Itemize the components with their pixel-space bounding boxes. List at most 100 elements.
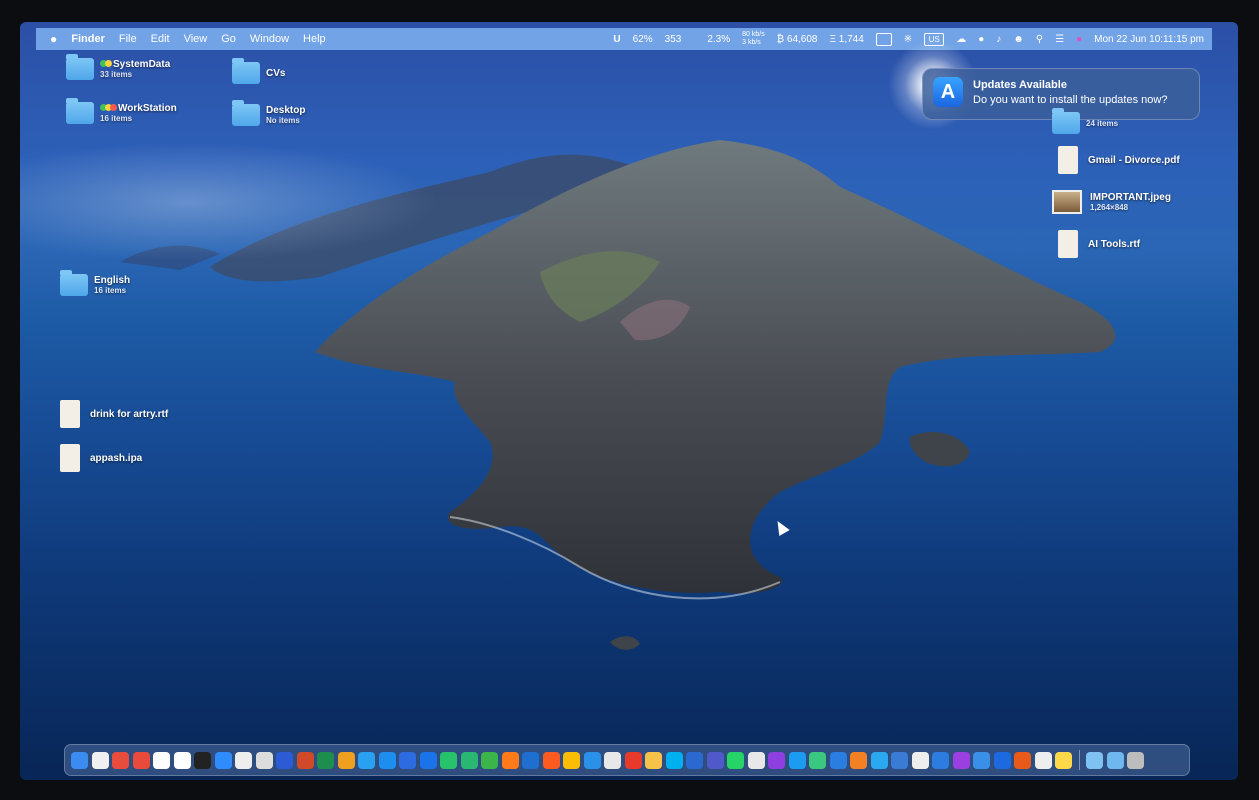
dock-app-icon[interactable] [173, 751, 191, 769]
dock-app-icon[interactable] [952, 751, 970, 769]
dock-app-icon[interactable] [870, 751, 888, 769]
app-store-icon: A [933, 77, 963, 107]
dock-app-icon[interactable] [358, 751, 375, 769]
desktop-item-workstation[interactable]: WorkStation 16 items [66, 98, 177, 124]
menu-finder[interactable]: Finder [71, 33, 105, 45]
dock-app-icon[interactable] [194, 751, 211, 769]
dock-app-icon[interactable] [1106, 751, 1124, 769]
keyboard-icon[interactable] [875, 32, 892, 46]
dock-app-icon[interactable] [911, 751, 929, 769]
dock-app-icon[interactable] [296, 751, 314, 769]
tag-icon [100, 59, 112, 70]
desktop-item-systemdata[interactable]: SystemData 33 items [66, 54, 170, 80]
dock-app-icon[interactable] [112, 751, 129, 769]
dock-app-icon[interactable] [583, 751, 601, 769]
dock-app-icon[interactable] [645, 751, 662, 769]
menu-view[interactable]: View [184, 33, 208, 45]
notification-message: Do you want to install the updates now? [973, 94, 1168, 106]
menu-file[interactable]: File [119, 33, 137, 45]
dock-app-icon[interactable] [153, 751, 170, 769]
document-icon [60, 400, 80, 428]
dock-app-icon[interactable] [604, 751, 621, 769]
dock-app-icon[interactable] [993, 751, 1011, 769]
dock-app-icon[interactable] [1034, 751, 1052, 769]
menu-window[interactable]: Window [250, 33, 289, 45]
desktop-item-english[interactable]: English 16 items [60, 270, 130, 296]
control-center-icon[interactable]: ☰ [1055, 34, 1064, 45]
dock-app-icon[interactable] [665, 751, 683, 769]
eth-price[interactable]: Ξ 1,744 [829, 34, 863, 45]
dock-app-icon[interactable] [932, 751, 949, 769]
menu-help[interactable]: Help [303, 33, 326, 45]
wallpaper-island [120, 140, 1116, 650]
item-subtitle: 33 items [100, 70, 133, 79]
dock-app-icon[interactable] [419, 751, 437, 769]
item-name: IMPORTANT.jpeg [1090, 192, 1171, 203]
apple-menu-icon[interactable]: ● [50, 32, 57, 46]
menu-bar: ● Finder File Edit View Go Window Help U… [36, 28, 1212, 50]
menu-go[interactable]: Go [221, 33, 236, 45]
trash-icon[interactable] [1127, 751, 1144, 769]
dock-app-icon[interactable] [132, 751, 150, 769]
dock-app-icon[interactable] [624, 751, 642, 769]
desktop-item-gmail-pdf[interactable]: Gmail - Divorce.pdf [1058, 146, 1180, 174]
volume-icon[interactable]: ♪ [996, 34, 1001, 45]
dock-app-icon[interactable] [809, 751, 826, 769]
search-icon[interactable]: ⚲ [1036, 34, 1043, 45]
dock-app-icon[interactable] [91, 751, 109, 769]
dock-app-icon[interactable] [337, 751, 355, 769]
desktop-item-desktop[interactable]: Desktop No items [232, 100, 305, 126]
btc-price[interactable]: ₿ 64,608 [777, 34, 818, 45]
dock-app-icon[interactable] [481, 751, 498, 769]
dock-app-icon[interactable] [460, 751, 478, 769]
user-icon[interactable]: ☻ [1013, 34, 1024, 45]
dock-app-icon[interactable] [235, 751, 252, 769]
dock-app-icon[interactable] [440, 751, 457, 769]
dock-app-icon[interactable] [973, 751, 990, 769]
dock-app-icon[interactable] [276, 751, 293, 769]
dock-app-icon[interactable] [727, 751, 744, 769]
dock-app-icon[interactable] [1086, 751, 1103, 769]
folder-icon [232, 58, 260, 84]
menu-edit[interactable]: Edit [151, 33, 170, 45]
clock[interactable]: Mon 22 Jun 10:11:15 pm [1094, 34, 1204, 45]
desktop-item-ai-tools-rtf[interactable]: AI Tools.rtf [1058, 230, 1140, 258]
desktop-item-drink-rtf[interactable]: drink for artry.rtf [60, 400, 168, 428]
network-speed[interactable]: 80 kb/s 3 kb/s [742, 31, 765, 47]
dock-app-icon[interactable] [747, 751, 765, 769]
dock-app-icon[interactable] [850, 751, 867, 769]
dock-app-icon[interactable] [378, 751, 396, 769]
dock-app-icon[interactable] [501, 751, 519, 769]
desktop-item-important-jpeg[interactable]: IMPORTANT.jpeg 1,264×848 [1052, 190, 1171, 214]
cpu-usage[interactable]: 2.3% [707, 34, 730, 45]
dock-app-icon[interactable] [399, 751, 416, 769]
dock-app-icon[interactable] [1055, 751, 1072, 769]
magnet-icon[interactable]: U [613, 34, 620, 45]
dock-app-icon[interactable] [522, 751, 539, 769]
desktop-item-folder-24[interactable]: 24 items [1052, 108, 1118, 134]
dock-app-icon[interactable] [1014, 751, 1031, 769]
dock-app-icon[interactable] [214, 751, 232, 769]
dock-app-icon[interactable] [317, 751, 334, 769]
dock-app-icon[interactable] [788, 751, 806, 769]
document-icon [1058, 230, 1078, 258]
sync-count[interactable]: 353 [665, 34, 682, 45]
tag-icon [100, 103, 117, 114]
dock-app-icon[interactable] [891, 751, 908, 769]
siri-icon[interactable]: ● [1076, 34, 1082, 45]
dock-app-icon[interactable] [542, 751, 560, 769]
cloud-icon[interactable]: ☁ [956, 34, 966, 45]
battery-status[interactable]: 62% [633, 34, 653, 45]
dock-app-icon[interactable] [686, 751, 703, 769]
item-subtitle: No items [266, 116, 300, 125]
bluetooth-icon[interactable]: ※ [904, 34, 912, 45]
desktop-item-cvs[interactable]: CVs [232, 58, 285, 84]
dock-app-icon[interactable] [71, 751, 88, 769]
dock-app-icon[interactable] [768, 751, 785, 769]
dock-app-icon[interactable] [255, 751, 273, 769]
wifi-icon[interactable]: ● [978, 34, 984, 45]
dock-app-icon[interactable] [829, 751, 847, 769]
desktop-item-appash-ipa[interactable]: appash.ipa [60, 444, 142, 472]
dock-app-icon[interactable] [706, 751, 724, 769]
dock-app-icon[interactable] [563, 751, 580, 769]
